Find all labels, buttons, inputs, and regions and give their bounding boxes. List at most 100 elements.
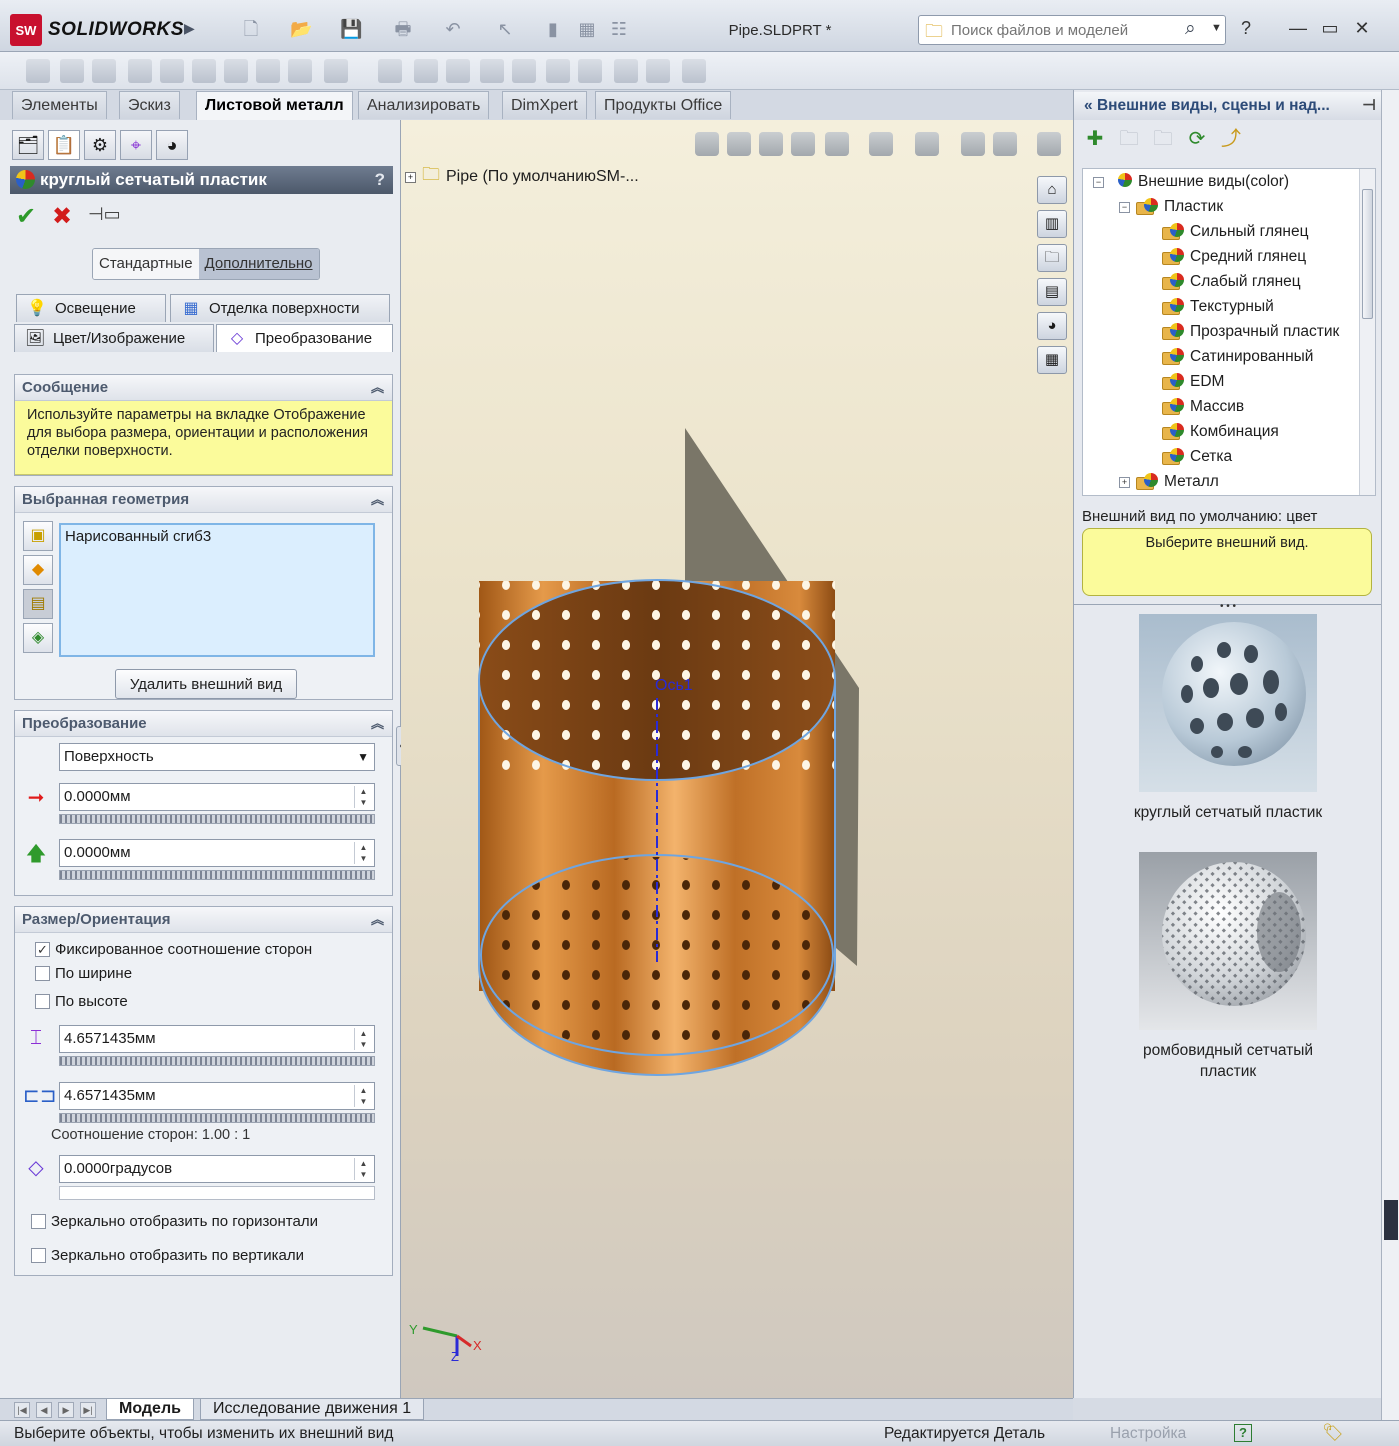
spin-buttons[interactable]: ▲ ▼ [354,1158,372,1180]
collapse-icon[interactable]: ︽ [371,711,384,737]
refresh-icon[interactable]: ⟳ [1184,126,1210,152]
feature-manager-tab[interactable]: 🗂 [12,130,44,160]
add-folder-icon[interactable]: 🗀 [1116,126,1142,152]
tab-color-image[interactable]: 🖼 Цвет/Изображение [14,324,214,352]
save-icon[interactable]: 💾 [340,18,362,40]
base-flange-icon[interactable] [26,59,50,83]
next-tab-icon[interactable]: ▶ [58,1402,74,1418]
cancel-button[interactable]: ✖ [52,202,72,231]
minimize-button[interactable]: — [1286,18,1310,39]
mirror-horizontal-checkbox[interactable]: Зеркально отобразить по горизонтали [31,1213,318,1230]
collapse-chevron-icon[interactable]: « [1084,97,1093,114]
new-document-icon[interactable]: 🗋 [240,18,262,40]
scrollbar-thumb[interactable] [1362,189,1373,319]
model-view[interactable]: Ось1 Y Z X [401,120,1073,1398]
tree-item[interactable]: Текстурный [1145,298,1274,316]
pin-icon[interactable]: ⊣ [1362,92,1376,120]
insert-bends-icon[interactable] [682,59,706,83]
standard-mode-button[interactable]: Стандартные [93,249,199,279]
pipe-cylinder[interactable] [478,579,836,1076]
pin-icon[interactable]: ⊣▭ [88,204,121,225]
property-manager-tab[interactable]: 📋 [48,130,80,160]
up-level-icon[interactable]: ⤴ [1218,126,1244,152]
welded-corner-icon[interactable] [378,59,402,83]
tree-item[interactable]: Средний глянец [1145,248,1306,266]
solidworks-logo[interactable]: SW SOLIDWORKS [10,14,184,46]
tree-item[interactable]: + Металл [1119,473,1219,491]
collapse-icon[interactable]: − [1119,201,1130,213]
message-header[interactable]: Сообщение ︽ [15,375,392,401]
customize-menu[interactable]: Настройка [1110,1425,1186,1443]
spin-buttons[interactable]: ▲ ▼ [354,1028,372,1050]
closed-corner-icon[interactable] [324,59,348,83]
spin-buttons[interactable]: ▲ ▼ [354,786,372,808]
tab-dimxpert[interactable]: DimXpert [502,91,587,119]
tree-item[interactable]: Сетка [1145,448,1232,466]
pane-splitter[interactable]: • • • [1074,602,1382,612]
checkbox[interactable] [35,966,50,981]
tree-item[interactable]: Комбинация [1145,423,1279,441]
appearance-thumbnail-diamond[interactable]: ромбовидный сетчатый пластик [1074,852,1382,1082]
vent-icon[interactable] [480,59,504,83]
remove-appearance-button[interactable]: Удалить внешний вид [115,669,297,699]
tree-item[interactable]: − Пластик [1119,198,1223,216]
fixed-aspect-checkbox[interactable]: ✓ Фиксированное соотношение сторон [35,941,312,958]
tab-evaluate[interactable]: Анализировать [358,91,490,119]
tree-scrollbar[interactable] [1359,169,1375,495]
open-icon[interactable]: 📂 [290,18,312,40]
fold-icon[interactable] [546,59,570,83]
maximize-button[interactable]: ▭ [1318,18,1342,39]
by-height-checkbox[interactable]: По высоте [35,993,128,1010]
tab-sheet-metal[interactable]: Листовой металл [196,91,353,121]
flatten-icon[interactable] [578,59,602,83]
dimxpert-manager-tab[interactable]: ⌖ [120,130,152,160]
width-slider[interactable] [59,1056,375,1066]
tree-item[interactable]: Массив [1145,398,1244,416]
miter-flange-icon[interactable] [160,59,184,83]
rotation-input[interactable]: 0.0000градусов ▲ ▼ [59,1155,375,1183]
horizontal-location-input[interactable]: 0.0000мм ▲ ▼ [59,783,375,811]
size-header[interactable]: Размер/Ориентация ︽ [15,907,392,933]
help-icon[interactable]: ? [1234,18,1258,39]
advanced-mode-button[interactable]: Дополнительно [198,249,319,279]
previous-tab-icon[interactable]: ◀ [36,1402,52,1418]
select-icon[interactable]: ↖ [494,18,516,40]
checkbox[interactable] [31,1214,46,1229]
graphics-area[interactable]: + 🗀 Pipe (По умолчаниюSM-... ⌂ ▥ 🗀 ▤ ◕ ▦ [401,120,1073,1398]
add-appearance-icon[interactable]: ✚ [1082,126,1108,152]
select-body-button[interactable]: ▤ [23,589,53,619]
open-folder-icon[interactable]: 🗀 [1150,126,1176,152]
tab-office-products[interactable]: Продукты Office [595,91,732,119]
list-item[interactable]: Нарисованный сгиб3 [65,528,369,545]
print-icon[interactable]: 🖶 [392,18,414,40]
by-width-checkbox[interactable]: По ширине [35,965,132,982]
configuration-manager-tab[interactable]: ⚙ [84,130,116,160]
expand-icon[interactable]: + [1119,476,1130,488]
height-slider[interactable] [59,1113,375,1123]
tree-item[interactable]: Сатинированный [1145,348,1313,366]
hem-icon[interactable] [192,59,216,83]
appearance-thumbnail-round[interactable]: круглый сетчатый пластик [1074,614,1382,823]
no-bends-icon[interactable] [614,59,638,83]
collapse-icon[interactable]: ︽ [371,907,384,933]
break-corner-icon[interactable] [414,59,438,83]
vertical-location-input[interactable]: 0.0000мм ▲ ▼ [59,839,375,867]
spin-buttons[interactable]: ▲ ▼ [354,1085,372,1107]
geometry-list[interactable]: Нарисованный сгиб3 [59,523,375,657]
search-icon[interactable]: ⌕ [1185,18,1196,40]
edge-flange-icon[interactable] [128,59,152,83]
pm-help-icon[interactable]: ? [375,166,385,194]
ok-button[interactable]: ✔ [16,202,36,231]
tab-illumination[interactable]: 💡 Освещение [16,294,166,322]
tab-mapping[interactable]: ◇ Преобразование [216,324,393,352]
height-input[interactable]: 4.6571435мм ▲ ▼ [59,1082,375,1110]
checkbox[interactable] [35,994,50,1009]
last-tab-icon[interactable]: ▶| [80,1402,96,1418]
collapse-icon[interactable]: ︽ [371,375,384,401]
mapping-header[interactable]: Преобразование ︽ [15,711,392,737]
tab-model[interactable]: Модель [106,1399,194,1420]
tab-features[interactable]: Элементы [12,91,107,119]
undo-icon[interactable]: ↶ [442,18,464,40]
display-manager-tab[interactable]: ◕ [156,130,188,160]
cross-break-icon[interactable] [288,59,312,83]
